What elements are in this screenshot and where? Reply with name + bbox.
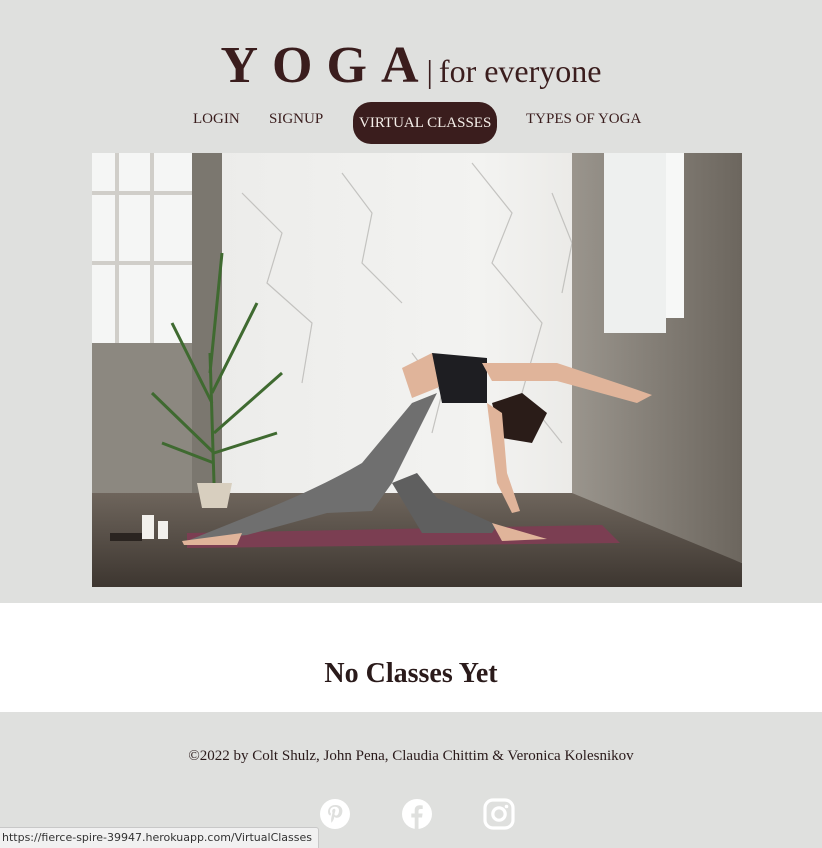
browser-status-bar: https://fierce-spire-39947.herokuapp.com… bbox=[0, 827, 320, 848]
content-area: No Classes Yet bbox=[0, 603, 822, 712]
logo-title: YOGA bbox=[220, 37, 433, 94]
nav-login[interactable]: LOGIN bbox=[193, 103, 240, 135]
main-nav: LOGIN SIGNUP VIRTUAL CLASSES TYPES OF YO… bbox=[0, 102, 822, 146]
pinterest-icon[interactable] bbox=[319, 798, 351, 830]
instagram-icon[interactable] bbox=[483, 798, 515, 830]
header: YOGA| for everyone LOGIN SIGNUP VIRTUAL C… bbox=[0, 0, 822, 603]
hero-image bbox=[92, 153, 742, 587]
site-logo[interactable]: YOGA| for everyone bbox=[0, 36, 822, 95]
empty-state-heading: No Classes Yet bbox=[324, 658, 498, 689]
copyright-text: ©2022 by Colt Shulz, John Pena, Claudia … bbox=[188, 748, 634, 764]
nav-signup[interactable]: SIGNUP bbox=[269, 103, 323, 135]
nav-types-of-yoga[interactable]: TYPES OF YOGA bbox=[526, 103, 641, 135]
logo-tagline: for everyone bbox=[438, 53, 602, 89]
yoga-photo bbox=[92, 153, 742, 587]
nav-virtual-classes[interactable]: VIRTUAL CLASSES bbox=[353, 102, 498, 144]
logo-separator: | bbox=[426, 53, 433, 89]
facebook-icon[interactable] bbox=[401, 798, 433, 830]
